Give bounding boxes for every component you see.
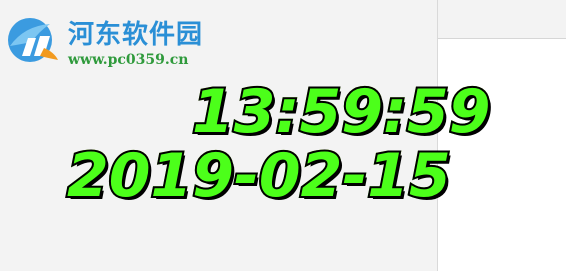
clock-date: 2019-02-15 xyxy=(65,139,453,213)
site-name: 河东软件园 xyxy=(68,20,204,50)
site-watermark: 河东软件园 www.pc0359.cn xyxy=(4,6,234,74)
clock-time: 13:59:59 xyxy=(190,75,492,149)
site-logo-icon xyxy=(8,18,58,62)
right-panel-header xyxy=(438,0,566,39)
site-url: www.pc0359.cn xyxy=(68,52,189,68)
